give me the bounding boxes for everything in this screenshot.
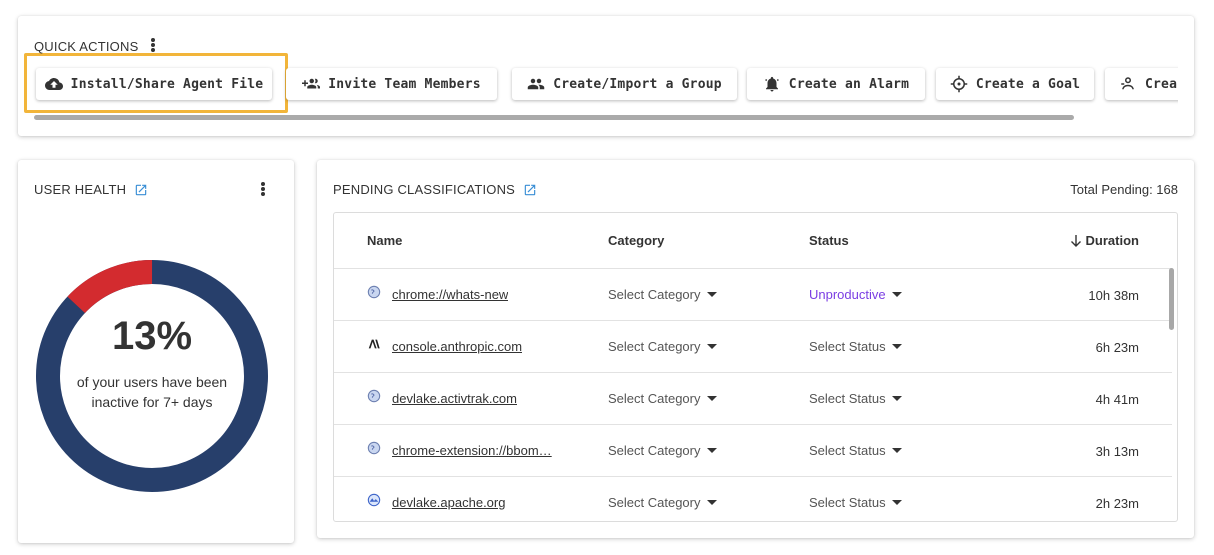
horizontal-scrollbar[interactable] [34,115,1074,120]
status-value: Select Status [809,495,886,510]
pending-classifications-header: PENDING CLASSIFICATIONS [333,182,537,197]
inactive-percentage: 13% [111,314,193,358]
devlake-logo-icon [367,493,381,507]
status-select[interactable]: Unproductive [809,287,902,302]
create-alarm-button[interactable]: Create an Alarm [747,68,925,100]
site-name-link[interactable]: console.anthropic.com [392,339,522,354]
user-health-header: USER HEALTH [34,182,148,197]
crosshair-icon [950,75,968,93]
status-value: Select Status [809,339,886,354]
category-select[interactable]: Select Category [608,287,717,302]
caret-down-icon [706,500,717,505]
create-more-button[interactable]: Crea [1105,68,1178,100]
category-value: Select Category [608,339,701,354]
status-select[interactable]: Select Status [809,443,902,458]
more-options-icon[interactable] [258,180,268,198]
table-row: console.anthropic.com Select Category Se… [334,320,1172,372]
duration-value: 10h 38m [1088,288,1139,303]
caret-down-icon [706,448,717,453]
caret-down-icon [706,396,717,401]
pending-classifications-title: PENDING CLASSIFICATIONS [333,182,516,197]
vertical-scrollbar[interactable] [1169,268,1174,330]
site-name-link[interactable]: chrome-extension://bbom… [392,443,552,458]
table-row: chrome://whats-new Select Category Unpro… [334,268,1172,320]
button-label: Invite Team Members [328,76,481,92]
duration-header-label: Duration [1085,233,1139,248]
install-agent-file-button[interactable]: Install/Share Agent File [36,68,272,100]
status-select[interactable]: Select Status [809,339,902,354]
cloud-upload-icon [44,78,63,90]
button-label: Crea [1145,76,1178,92]
create-import-group-button[interactable]: Create/Import a Group [512,68,737,100]
create-goal-button[interactable]: Create a Goal [936,68,1094,100]
site-name-link[interactable]: devlake.apache.org [392,495,505,510]
anthropic-logo-icon [368,339,380,349]
category-select[interactable]: Select Category [608,443,717,458]
caret-down-icon [891,396,902,401]
quick-actions-scroller: Install/Share Agent File Invite Team Mem… [18,16,1178,136]
column-header-category[interactable]: Category [608,233,664,248]
quick-actions-card: Install/Share Agent File Invite Team Mem… [18,16,1194,136]
add-people-icon [302,78,321,89]
button-label: Create a Goal [975,76,1081,92]
globe-icon [367,389,381,403]
sort-down-arrow-icon [1070,234,1081,247]
button-label: Install/Share Agent File [70,76,264,92]
column-header-status[interactable]: Status [809,233,849,248]
column-header-duration[interactable]: Duration [1070,233,1139,248]
status-value: Select Status [809,391,886,406]
duration-value: 6h 23m [1095,340,1139,355]
status-value: Select Status [809,443,886,458]
globe-icon [367,285,381,299]
user-health-card: USER HEALTH 13% of your users have been … [18,160,294,543]
caret-down-icon [891,344,902,349]
quick-actions-title: QUICK ACTIONS [34,39,139,54]
table-row: devlake.apache.org Select Category Selec… [334,476,1172,521]
button-label: Create/Import a Group [553,76,722,92]
total-pending-count: Total Pending: 168 [1070,182,1178,197]
more-options-icon[interactable] [148,36,158,54]
pending-classifications-card: PENDING CLASSIFICATIONS Total Pending: 1… [317,160,1194,538]
table-row: chrome-extension://bbom… Select Category… [334,424,1172,476]
category-value: Select Category [608,495,701,510]
invite-team-members-button[interactable]: Invite Team Members [286,68,497,100]
user-health-title: USER HEALTH [34,182,127,197]
duration-value: 3h 13m [1095,444,1139,459]
inactive-description: of your users have been inactive for 7+ … [76,374,228,410]
category-value: Select Category [608,443,701,458]
person-badge-icon [1121,77,1134,90]
caret-down-icon [891,292,902,297]
category-select[interactable]: Select Category [608,339,717,354]
caret-down-icon [706,292,717,297]
category-select[interactable]: Select Category [608,391,717,406]
globe-icon [367,441,381,455]
external-link-icon[interactable] [134,183,148,197]
caret-down-icon [706,344,717,349]
column-header-name[interactable]: Name [367,233,402,248]
status-select[interactable]: Select Status [809,391,902,406]
group-icon [527,78,545,90]
pending-classifications-table: Name Category Status Duration chrome://w… [333,212,1178,522]
alarm-bell-icon [764,76,779,92]
table-row: devlake.activtrak.com Select Category Se… [334,372,1172,424]
category-value: Select Category [608,391,701,406]
status-select[interactable]: Select Status [809,495,902,510]
duration-value: 4h 41m [1095,392,1139,407]
category-select[interactable]: Select Category [608,495,717,510]
caret-down-icon [891,448,902,453]
status-value: Unproductive [809,287,886,302]
site-name-link[interactable]: chrome://whats-new [392,287,508,302]
site-name-link[interactable]: devlake.activtrak.com [392,391,517,406]
caret-down-icon [891,500,902,505]
external-link-icon[interactable] [523,183,537,197]
duration-value: 2h 23m [1095,496,1139,511]
button-label: Create an Alarm [788,76,910,92]
category-value: Select Category [608,287,701,302]
